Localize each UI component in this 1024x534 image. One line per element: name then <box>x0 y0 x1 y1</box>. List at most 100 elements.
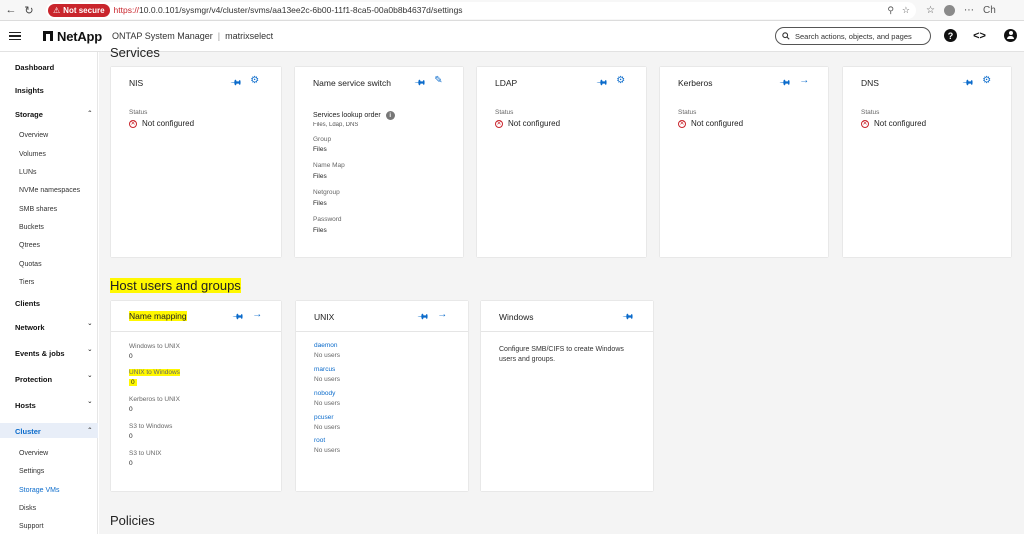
nis-title: NIS <box>129 78 144 88</box>
user-icon[interactable] <box>1004 29 1017 42</box>
mapping-value: 0 <box>129 433 133 440</box>
pin-icon[interactable]: 🖈 <box>618 308 637 327</box>
sidebar-item-luns[interactable]: LUNs <box>19 169 91 176</box>
card-divider <box>296 331 468 332</box>
arrow-right-icon[interactable]: → <box>799 75 809 92</box>
chevron-down-icon: ˇ <box>88 401 91 410</box>
help-icon[interactable]: ? <box>944 29 957 42</box>
extension-label[interactable]: Ch <box>983 5 996 16</box>
unix-user-info: No users <box>314 376 341 383</box>
sidebar-item-nvme[interactable]: NVMe namespaces <box>19 187 91 194</box>
sidebar-item-qtrees[interactable]: Qtrees <box>19 242 91 249</box>
sidebar-item-storage-vms[interactable]: Storage VMs <box>19 487 91 494</box>
unix-user-link[interactable]: pcuser <box>314 414 334 421</box>
mapping-label: Windows to UNIX <box>129 343 180 350</box>
dns-title: DNS <box>861 78 879 88</box>
name-mapping-title: Name mapping <box>129 311 187 321</box>
sidebar-item-events[interactable]: Events & jobs ˇ <box>15 349 91 358</box>
arrow-right-icon[interactable]: → <box>252 309 262 326</box>
mapping-value: 0 <box>129 406 133 413</box>
gear-icon[interactable]: ⚙ <box>250 75 259 92</box>
pin-icon[interactable]: 🖈 <box>958 74 977 93</box>
unix-user-link[interactable]: root <box>314 437 325 444</box>
pin-icon[interactable]: 🖈 <box>226 74 245 93</box>
kerberos-card: Kerberos 🖈 → Status ✕ Not configured <box>660 67 828 257</box>
arrow-right-icon[interactable]: → <box>437 309 447 326</box>
unix-user-link[interactable]: marcus <box>314 366 335 373</box>
sidebar-item-insights[interactable]: Insights <box>15 86 91 95</box>
nis-status-label: Status <box>129 109 148 116</box>
error-icon: ✕ <box>678 119 686 128</box>
unix-user-info: No users <box>314 352 341 359</box>
kerberos-status-label: Status <box>678 109 697 116</box>
pin-icon[interactable]: 🖈 <box>410 74 429 93</box>
nss-lookup-value: Files, Ldap, DNS <box>313 122 359 127</box>
nss-namemap-label: Name Map <box>313 162 345 169</box>
info-icon[interactable]: i <box>385 111 395 120</box>
sidebar-item-storage-overview[interactable]: Overview <box>19 132 91 139</box>
pin-icon[interactable]: 🖈 <box>413 308 432 327</box>
nss-lookup-label: Services lookup order i <box>313 111 395 120</box>
reload-icon[interactable]: ↻ <box>22 3 36 17</box>
sidebar-item-tiers[interactable]: Tiers <box>19 279 91 286</box>
ldap-card: LDAP 🖈 ⚙ Status ✕ Not configured <box>477 67 646 257</box>
unix-user-info: No users <box>314 447 341 454</box>
unix-title: UNIX <box>314 312 335 322</box>
sidebar-item-volumes[interactable]: Volumes <box>19 151 91 158</box>
sidebar-item-quotas[interactable]: Quotas <box>19 261 91 268</box>
host-users-heading: Host users and groups <box>110 278 241 293</box>
sidebar-item-cluster[interactable]: Cluster ˆ <box>15 427 91 436</box>
main-content: Services NIS 🖈 ⚙ Status ✕ Not configured… <box>99 45 1024 534</box>
nss-password-value: Files <box>313 227 327 234</box>
chevron-down-icon: ˇ <box>88 375 91 384</box>
unix-user-link[interactable]: daemon <box>314 342 338 349</box>
mapping-label: S3 to Windows <box>129 423 173 430</box>
sidebar-item-buckets[interactable]: Buckets <box>19 224 91 231</box>
mapping-value: 0 <box>129 460 133 467</box>
sidebar-item-smb-shares[interactable]: SMB shares <box>19 206 91 213</box>
edit-icon[interactable]: ✎ <box>434 75 442 92</box>
error-icon: ✕ <box>495 119 503 128</box>
menu-icon[interactable] <box>9 31 21 41</box>
sidebar-item-cluster-overview[interactable]: Overview <box>19 450 91 457</box>
back-icon[interactable]: ← <box>4 3 18 17</box>
nis-status: ✕ Not configured <box>129 119 195 128</box>
address-bar[interactable]: ⚠ Not secure https:// 10.0.0.101/sysmgr/… <box>46 1 916 19</box>
sidebar-item-storage[interactable]: Storage ˆ <box>15 110 91 119</box>
mapping-label: Kerberos to UNIX <box>129 396 180 403</box>
nss-title: Name service switch <box>313 78 391 88</box>
search-icon <box>782 32 790 40</box>
star-icon[interactable]: ☆ <box>902 5 910 16</box>
sidebar-item-hosts[interactable]: Hosts ˇ <box>15 401 91 410</box>
netapp-logo[interactable]: NetApp <box>43 29 102 44</box>
unix-user-link[interactable]: nobody <box>314 390 335 397</box>
favorites-icon[interactable]: ☆ <box>926 5 935 16</box>
sidebar-item-network[interactable]: Network ˇ <box>15 323 91 332</box>
profile-icon[interactable] <box>943 4 955 16</box>
name-service-switch-card: Name service switch 🖈 ✎ Services lookup … <box>295 67 463 257</box>
sidebar-item-support[interactable]: Support <box>19 523 91 530</box>
sidebar-item-clients[interactable]: Clients <box>15 299 91 308</box>
dns-status: ✕ Not configured <box>861 119 927 128</box>
code-icon[interactable]: <> <box>973 29 986 42</box>
pin-icon[interactable]: 🖈 <box>228 308 247 327</box>
card-divider <box>111 331 281 332</box>
sidebar-item-settings[interactable]: Settings <box>19 468 91 475</box>
pin-icon[interactable]: 🖈 <box>592 74 611 93</box>
not-secure-badge[interactable]: ⚠ Not secure <box>48 3 110 17</box>
title-separator: | <box>217 31 221 41</box>
pin-icon[interactable]: 🖈 <box>775 74 794 93</box>
sidebar-item-dashboard[interactable]: Dashboard <box>15 63 91 72</box>
gear-icon[interactable]: ⚙ <box>616 75 625 92</box>
search-input[interactable]: Search actions, objects, and pages <box>775 27 931 45</box>
more-icon[interactable]: ⋯ <box>964 5 974 16</box>
kerberos-status: ✕ Not configured <box>678 119 744 128</box>
sidebar-item-protection[interactable]: Protection ˇ <box>15 375 91 384</box>
key-icon[interactable]: ⚲ <box>887 5 894 16</box>
mapping-label: S3 to UNIX <box>129 450 162 457</box>
gear-icon[interactable]: ⚙ <box>982 75 991 92</box>
app-title: ONTAP System Manager <box>112 31 213 41</box>
chevron-down-icon: ˇ <box>88 349 91 358</box>
name-mapping-card: Name mapping 🖈 → Windows to UNIX 0 UNIX … <box>111 301 281 491</box>
sidebar-item-disks[interactable]: Disks <box>19 505 91 512</box>
